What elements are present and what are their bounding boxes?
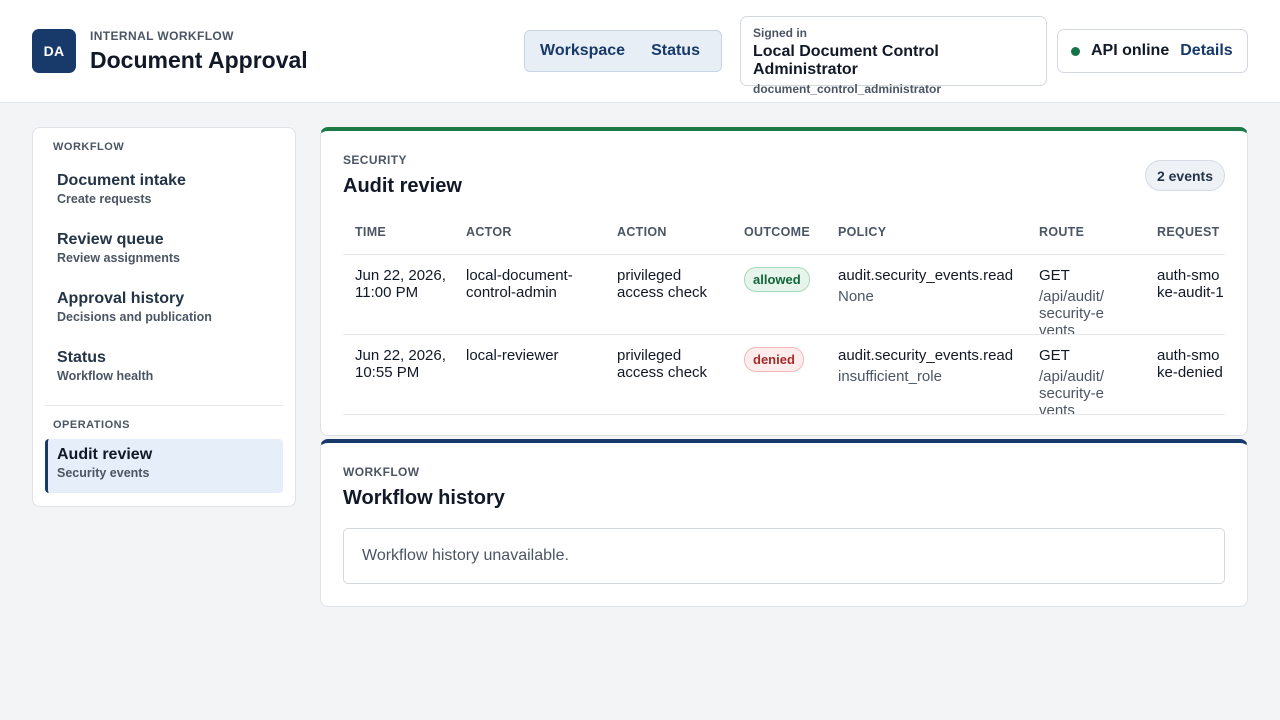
audit-kicker: SECURITY [343,153,407,167]
sidebar: WORKFLOW Document intake Create requests… [32,127,296,507]
table-divider [343,334,1225,335]
column-header-time: TIME [355,225,387,239]
sidebar-item-title: Review queue [57,231,164,248]
sidebar-item-document-intake[interactable]: Document intake Create requests [45,165,283,219]
cell-policy: audit.security_events.read insufficient_… [838,347,1028,385]
cell-actor: local-document-control-admin [466,267,573,301]
user-name: Local Document Control Administrator [753,43,939,78]
cell-route: GET /api/audit/security-events [1039,267,1111,339]
policy-name: audit.security_events.read [838,347,1014,364]
sidebar-item-title: Document intake [57,172,186,189]
workflow-kicker: WORKFLOW [343,465,420,479]
cell-outcome: allowed [744,267,810,292]
sidebar-item-title: Approval history [57,290,185,307]
cell-action: privileged access check [617,267,708,301]
cell-request: auth-smoke-denied-1 [1157,347,1223,381]
cell-action: privileged access check [617,347,708,381]
audit-review-card: SECURITY Audit review 2 events TIME ACTO… [320,127,1248,436]
sidebar-item-approval-history[interactable]: Approval history Decisions and publicati… [45,283,283,337]
column-header-route: ROUTE [1039,225,1085,239]
api-status-text: API online [1091,42,1170,59]
route-method: GET [1039,347,1070,364]
cell-time: Jun 22, 2026, 10:55 PM [355,347,446,381]
route-path: /api/audit/security-events [1039,368,1105,419]
column-header-policy: POLICY [838,225,887,239]
table-divider [343,414,1225,415]
sidebar-item-audit-review[interactable]: Audit review Security events [45,439,283,493]
top-nav: Workspace Status [524,30,722,72]
route-path: /api/audit/security-events [1039,288,1105,339]
route-method: GET [1039,267,1070,284]
top-bar: DA INTERNAL WORKFLOW Document Approval W… [0,0,1280,103]
sidebar-item-title: Status [57,349,106,366]
cell-route: GET /api/audit/security-events [1039,347,1111,419]
table-divider [343,254,1225,255]
workflow-title: Workflow history [343,487,505,509]
cell-actor: local-reviewer [466,347,559,364]
workflow-empty-state: Workflow history unavailable. [343,528,1225,584]
outcome-allowed-badge: allowed [744,267,810,292]
sidebar-section-workflow: WORKFLOW [53,141,125,153]
cell-request: auth-smoke-audit-1 [1157,267,1224,301]
audit-title: Audit review [343,175,462,197]
app-kicker: INTERNAL WORKFLOW [90,29,234,43]
column-header-actor: ACTOR [466,225,512,239]
api-status-panel: API online Details [1057,29,1248,73]
sidebar-item-subtitle: Decisions and publication [57,310,212,324]
sidebar-section-operations: OPERATIONS [53,419,130,431]
user-role: document_control_administrator [753,82,942,96]
column-header-outcome: OUTCOME [744,225,810,239]
column-header-request: REQUEST [1157,225,1220,239]
event-count-badge: 2 events [1144,160,1225,191]
outcome-denied-badge: denied [744,347,804,372]
policy-reason: None [838,288,874,305]
api-details-link[interactable]: Details [1180,42,1232,60]
sidebar-item-subtitle: Security events [57,466,150,480]
nav-status-button[interactable]: Status [651,42,700,60]
cell-time: Jun 22, 2026, 11:00 PM [355,267,446,301]
sidebar-item-subtitle: Review assignments [57,251,180,265]
app-title: Document Approval [90,47,308,73]
cell-outcome: denied [744,347,804,372]
policy-name: audit.security_events.read [838,267,1014,284]
sidebar-item-subtitle: Workflow health [57,369,154,383]
nav-workspace-button[interactable]: Workspace [540,42,625,60]
cell-policy: audit.security_events.read None [838,267,1028,305]
signed-in-label: Signed in [753,26,807,40]
policy-reason: insufficient_role [838,368,942,385]
sidebar-item-subtitle: Create requests [57,192,152,206]
app-logo: DA [32,29,76,73]
sidebar-item-review-queue[interactable]: Review queue Review assignments [45,224,283,278]
sidebar-item-status[interactable]: Status Workflow health [45,342,283,396]
column-header-action: ACTION [617,225,667,239]
sidebar-divider [45,405,283,406]
workflow-history-card: WORKFLOW Workflow history Workflow histo… [320,439,1248,607]
sidebar-item-title: Audit review [57,446,153,463]
status-dot-icon [1071,46,1080,56]
signed-in-user-panel: Signed in Local Document Control Adminis… [740,16,1047,96]
